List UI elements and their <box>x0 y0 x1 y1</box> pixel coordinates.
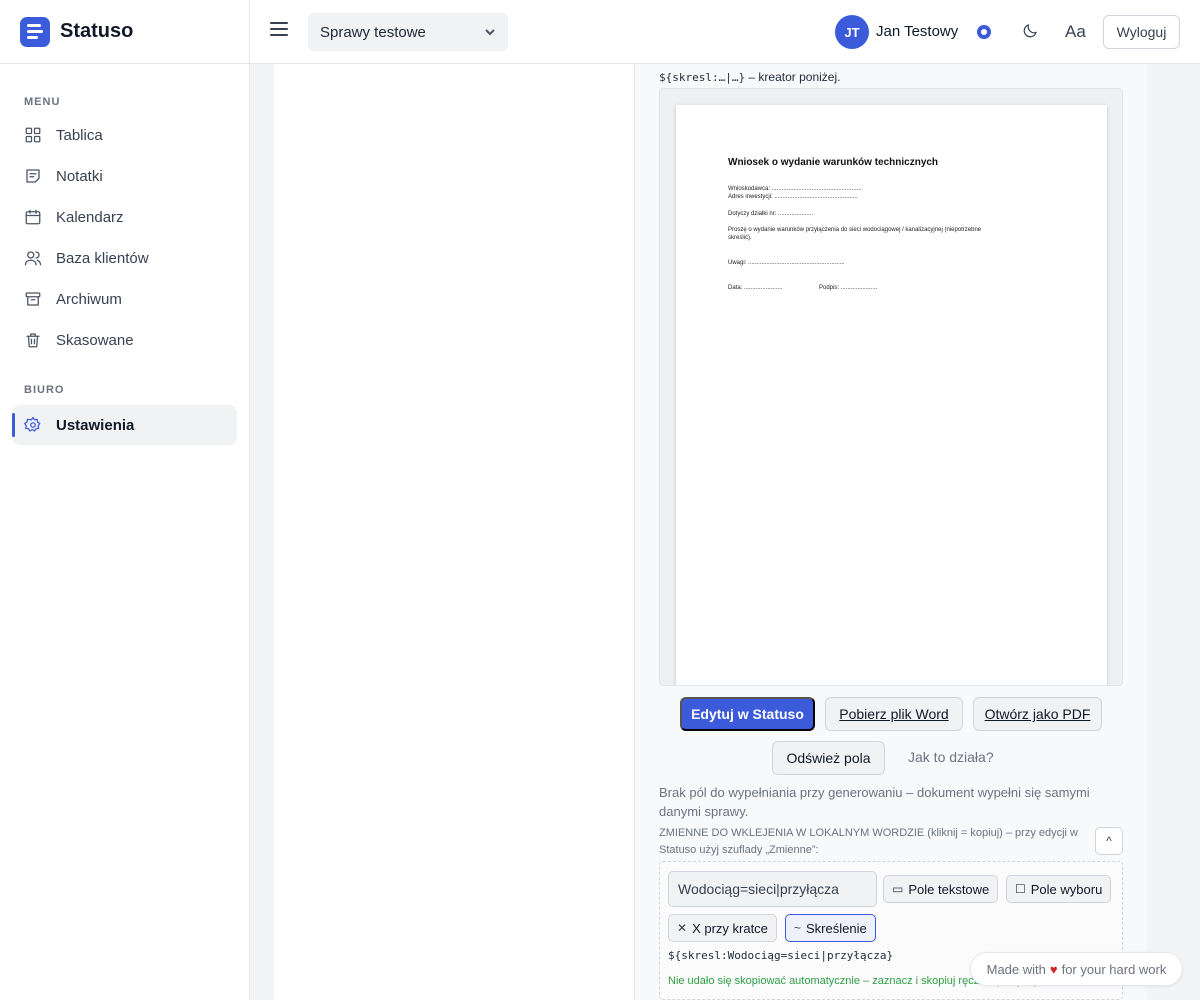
chip-label: X przy kratce <box>692 920 768 936</box>
sidebar-item-ustawienia[interactable]: Ustawienia <box>12 405 237 445</box>
no-fields-info: Brak pól do wypełniania przy generowaniu… <box>659 785 1090 819</box>
made-with-text: Made with <box>986 961 1046 977</box>
made-with-badge: Made with ♥ for your hard work <box>970 952 1183 986</box>
chip-label: Pole wyboru <box>1030 881 1103 897</box>
document-line-notes: Uwagi: .................................… <box>728 260 845 266</box>
creator-hint: ${skresl:…|…} – kreator poniżej. <box>659 70 840 84</box>
trash-icon <box>26 333 40 348</box>
download-word-button[interactable]: Pobierz plik Word <box>825 697 963 731</box>
document-line-address: Adres inwestycji: ......................… <box>728 194 858 200</box>
section-label-menu: MENU <box>24 96 61 108</box>
sidebar-item-label: Kalendarz <box>56 208 124 226</box>
moon-icon[interactable] <box>1021 22 1039 40</box>
edit-in-statuso-button[interactable]: Edytuj w Statuso <box>680 697 815 731</box>
calendar-icon <box>25 209 41 225</box>
status-indicator-icon[interactable] <box>977 25 991 39</box>
section-label-office: BIURO <box>24 384 65 396</box>
collapse-button[interactable]: ^ <box>1095 827 1123 855</box>
logout-button[interactable]: Wyloguj <box>1103 15 1180 49</box>
menu-icon[interactable] <box>270 22 288 40</box>
creator-hint-text: – kreator poniżej. <box>745 70 841 84</box>
gear-icon <box>24 416 41 432</box>
sidebar-item-archiwum[interactable]: Archiwum <box>12 279 237 319</box>
sidebar-item-label: Ustawienia <box>56 416 135 434</box>
document-title: Wniosek o wydanie warunków technicznych <box>728 157 939 168</box>
tilde-icon: ~ <box>794 921 802 935</box>
sidebar-item-tablica[interactable]: Tablica <box>12 115 237 155</box>
open-pdf-button[interactable]: Otwórz jako PDF <box>973 697 1102 731</box>
sidebar-item-label: Skasowane <box>56 331 134 349</box>
document-preview[interactable]: Wniosek o wydanie warunków technicznych … <box>659 88 1123 686</box>
note-icon <box>26 169 40 183</box>
topbar: Sprawy testowe JT Jan Testowy Aa Wyloguj <box>250 0 1200 64</box>
variable-input[interactable]: Wodociąg=sieci|przyłącza <box>668 871 877 907</box>
font-size-toggle[interactable]: Aa <box>1065 22 1086 42</box>
rectangle-icon: ▭ <box>892 882 904 896</box>
sidebar-item-label: Notatki <box>56 167 103 185</box>
how-it-works-link[interactable]: Jak to działa? <box>908 749 994 765</box>
case-select-value: Sprawy testowe <box>320 23 426 41</box>
user-name[interactable]: Jan Testowy <box>876 23 958 40</box>
document-line-plot: Dotyczy działki nr: ....................… <box>728 211 814 217</box>
sidebar-item-skasowane[interactable]: Skasowane <box>12 320 237 360</box>
document-line-date: Data: ....................... <box>728 285 783 291</box>
grid-icon <box>25 127 41 143</box>
users-icon <box>24 251 42 266</box>
sidebar-item-label: Archiwum <box>56 290 122 308</box>
sidebar-item-notatki[interactable]: Notatki <box>12 156 237 196</box>
made-with-text-end: for your hard work <box>1061 961 1167 977</box>
case-select[interactable]: Sprawy testowe <box>308 13 508 51</box>
avatar[interactable]: JT <box>835 15 869 49</box>
document-line-request-cont: skreślić). <box>728 235 752 241</box>
text-field-chip[interactable]: ▭ Pole tekstowe <box>883 875 999 903</box>
heart-icon: ♥ <box>1049 961 1058 977</box>
sidebar-item-label: Baza klientów <box>56 249 149 267</box>
document-line-signature: Podpis: ...................... <box>819 285 878 291</box>
variables-hint: ZMIENNE DO WKLEJENIA W LOKALNYM WORDZIE … <box>659 827 1078 856</box>
sidebar-item-baza-klientow[interactable]: Baza klientów <box>12 238 237 278</box>
strikethrough-chip[interactable]: ~ Skreślenie <box>785 914 876 942</box>
choice-field-chip[interactable]: ☐ Pole wyboru <box>1006 875 1112 903</box>
chevron-down-icon <box>485 29 495 36</box>
refresh-fields-button[interactable]: Odśwież pola <box>772 741 885 775</box>
chip-label: Skreślenie <box>806 920 867 936</box>
document-page: Wniosek o wydanie warunków technicznych … <box>676 105 1107 685</box>
archive-icon <box>25 292 41 306</box>
brand-name: Statuso <box>60 20 134 42</box>
logo-icon <box>20 16 50 47</box>
generated-code[interactable]: ${skresl:Wodociąg=sieci|przyłącza} <box>668 949 893 962</box>
sidebar-item-label: Tablica <box>56 126 103 144</box>
sidebar: Statuso MENU Tablica Notatki Kalendarz B… <box>0 0 250 1000</box>
document-line-applicant: Wnioskodawca: ..........................… <box>728 186 862 192</box>
chip-label: Pole tekstowe <box>908 881 990 897</box>
checkbox-icon: ☐ <box>1015 882 1026 896</box>
close-icon: ✕ <box>677 921 688 935</box>
document-line-request: Proszę o wydanie warunków przyłączenia d… <box>728 227 982 233</box>
sidebar-item-kalendarz[interactable]: Kalendarz <box>12 197 237 237</box>
checkbox-x-chip[interactable]: ✕ X przy kratce <box>668 914 777 942</box>
creator-hint-code: ${skresl:…|…} <box>659 71 746 84</box>
brand[interactable]: Statuso <box>0 0 249 64</box>
